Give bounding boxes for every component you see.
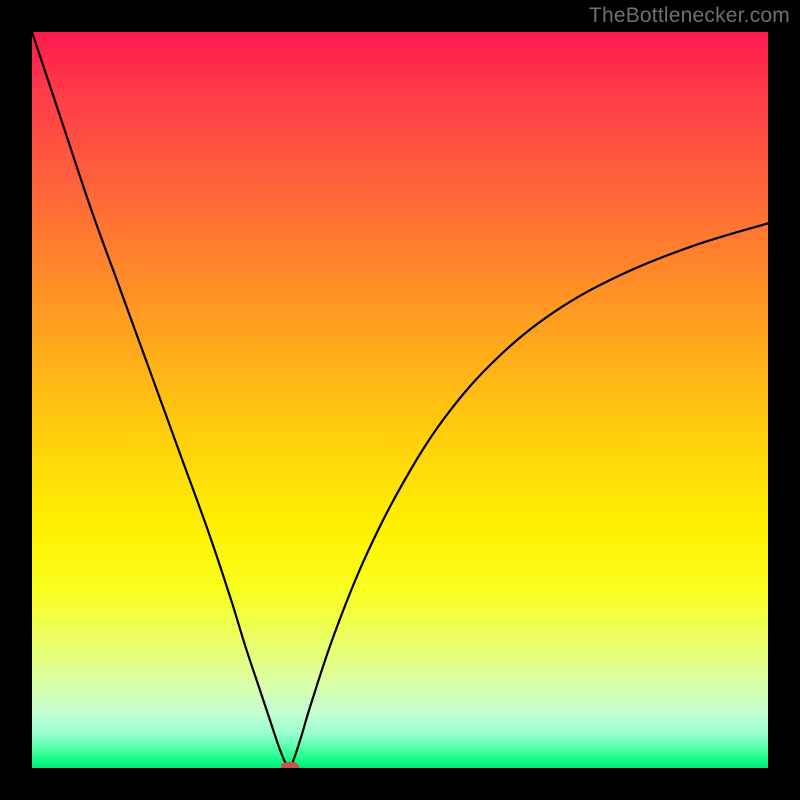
watermark-label: TheBottlenecker.com bbox=[589, 4, 790, 28]
plot-area bbox=[32, 32, 768, 768]
bottleneck-curve bbox=[32, 32, 768, 768]
optimum-marker bbox=[281, 762, 299, 768]
chart-frame: TheBottlenecker.com bbox=[0, 0, 800, 800]
